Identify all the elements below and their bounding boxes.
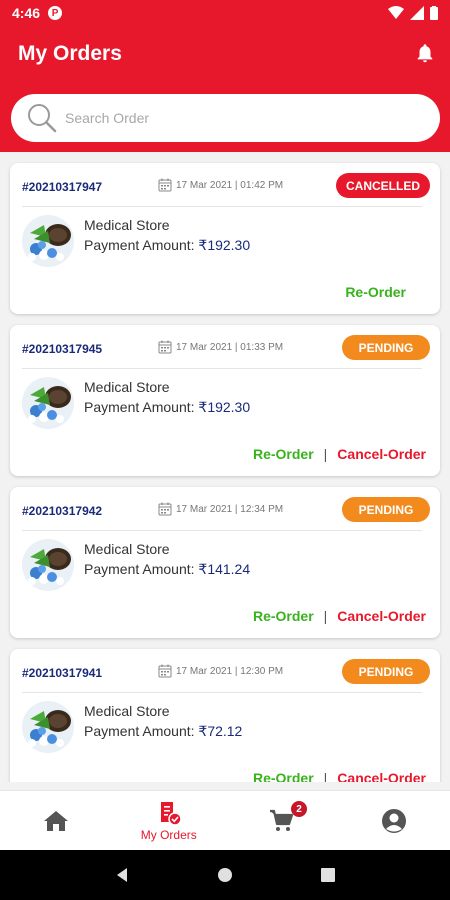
status-badge: CANCELLED xyxy=(336,173,430,198)
battery-icon xyxy=(430,6,438,20)
payment-amount-row: Payment Amount: ₹192.30 xyxy=(84,237,250,254)
order-id: #20210317941 xyxy=(22,666,103,680)
order-date: 17 Mar 2021 | 12:30 PM xyxy=(158,664,283,678)
order-actions: Re-Order | Cancel-Order xyxy=(253,608,426,624)
back-icon[interactable] xyxy=(114,867,130,883)
order-card[interactable]: #20210317947 17 Mar 2021 | 01:42 PM CANC… xyxy=(10,163,440,314)
notification-bell-icon[interactable] xyxy=(414,42,436,64)
store-thumbnail xyxy=(22,539,74,591)
calendar-icon xyxy=(158,502,172,516)
reorder-button[interactable]: Re-Order xyxy=(345,284,406,300)
system-navigation-bar xyxy=(0,850,450,900)
nav-account[interactable] xyxy=(338,791,450,850)
calendar-icon xyxy=(158,178,172,192)
payment-amount-label: Payment Amount: xyxy=(84,561,195,577)
order-date-text: 17 Mar 2021 | 01:33 PM xyxy=(176,341,284,353)
status-badge: PENDING xyxy=(342,497,430,522)
divider xyxy=(22,206,422,207)
action-separator: | xyxy=(323,608,328,624)
medicine-image-icon xyxy=(22,539,74,591)
payment-amount-row: Payment Amount: ₹72.12 xyxy=(84,723,242,740)
search-icon xyxy=(28,104,57,133)
store-name: Medical Store xyxy=(84,541,170,557)
orders-icon xyxy=(160,801,182,826)
payment-amount-label: Payment Amount: xyxy=(84,237,195,253)
cancel-order-button[interactable]: Cancel-Order xyxy=(337,446,426,462)
payment-amount-value: ₹192.30 xyxy=(198,237,251,253)
nav-my-orders[interactable]: My Orders xyxy=(113,791,226,850)
store-name: Medical Store xyxy=(84,379,170,395)
order-date-text: 17 Mar 2021 | 01:42 PM xyxy=(176,179,284,191)
order-card[interactable]: #20210317945 17 Mar 2021 | 01:33 PM PEND… xyxy=(10,325,440,476)
reorder-button[interactable]: Re-Order xyxy=(253,608,314,624)
order-actions: Re-Order | Cancel-Order xyxy=(253,446,426,462)
payment-amount-label: Payment Amount: xyxy=(84,723,195,739)
divider xyxy=(22,530,422,531)
cart-count-badge: 2 xyxy=(291,801,307,817)
order-id: #20210317947 xyxy=(22,180,103,194)
app-header: My Orders xyxy=(0,26,450,152)
payment-amount-value: ₹141.24 xyxy=(198,561,251,577)
payment-amount-row: Payment Amount: ₹141.24 xyxy=(84,561,250,578)
nav-my-orders-label: My Orders xyxy=(140,827,197,842)
status-time: 4:46 xyxy=(12,5,41,21)
payment-amount-value: ₹192.30 xyxy=(198,399,251,415)
divider xyxy=(22,368,422,369)
order-date-text: 17 Mar 2021 | 12:34 PM xyxy=(176,503,284,515)
reorder-button[interactable]: Re-Order xyxy=(253,770,314,782)
status-badge: PENDING xyxy=(342,335,430,360)
nav-home[interactable] xyxy=(0,791,113,850)
store-thumbnail xyxy=(22,377,74,429)
reorder-button[interactable]: Re-Order xyxy=(253,446,314,462)
status-bar: 4:46 P xyxy=(0,0,450,26)
medicine-image-icon xyxy=(22,215,74,267)
order-actions: Re-Order xyxy=(345,284,426,300)
cancel-order-button[interactable]: Cancel-Order xyxy=(337,770,426,782)
wifi-icon xyxy=(388,6,404,19)
home-icon xyxy=(44,810,69,831)
account-icon xyxy=(381,808,406,833)
search-input[interactable] xyxy=(65,110,405,126)
order-card[interactable]: #20210317941 17 Mar 2021 | 12:30 PM PEND… xyxy=(10,649,440,782)
orders-list[interactable]: #20210317947 17 Mar 2021 | 01:42 PM CANC… xyxy=(0,152,450,782)
payment-amount-row: Payment Amount: ₹192.30 xyxy=(84,399,250,416)
signal-icon xyxy=(410,6,424,20)
cancel-order-button[interactable]: Cancel-Order xyxy=(337,608,426,624)
page-title: My Orders xyxy=(18,42,122,65)
store-name: Medical Store xyxy=(84,217,170,233)
action-separator: | xyxy=(323,446,328,462)
order-actions: Re-Order | Cancel-Order xyxy=(253,770,426,782)
order-date: 17 Mar 2021 | 12:34 PM xyxy=(158,502,283,516)
search-bar[interactable] xyxy=(11,94,440,142)
calendar-icon xyxy=(158,664,172,678)
recents-icon[interactable] xyxy=(320,867,336,883)
store-thumbnail xyxy=(22,215,74,267)
store-name: Medical Store xyxy=(84,703,170,719)
store-thumbnail xyxy=(22,701,74,753)
action-separator: | xyxy=(323,770,328,782)
order-date: 17 Mar 2021 | 01:33 PM xyxy=(158,340,283,354)
medicine-image-icon xyxy=(22,701,74,753)
order-id: #20210317942 xyxy=(22,504,103,518)
nav-cart[interactable]: 2 xyxy=(225,791,338,850)
app-notification-icon: P xyxy=(48,6,63,20)
home-circle-icon[interactable] xyxy=(217,867,233,883)
status-badge: PENDING xyxy=(342,659,430,684)
calendar-icon xyxy=(158,340,172,354)
payment-amount-value: ₹72.12 xyxy=(198,723,243,739)
order-date-text: 17 Mar 2021 | 12:30 PM xyxy=(176,665,284,677)
divider xyxy=(22,692,422,693)
order-date: 17 Mar 2021 | 01:42 PM xyxy=(158,178,283,192)
payment-amount-label: Payment Amount: xyxy=(84,399,195,415)
order-card[interactable]: #20210317942 17 Mar 2021 | 12:34 PM PEND… xyxy=(10,487,440,638)
bottom-navigation: My Orders 2 xyxy=(0,790,450,850)
order-id: #20210317945 xyxy=(22,342,103,356)
medicine-image-icon xyxy=(22,377,74,429)
cart-icon xyxy=(270,809,294,831)
